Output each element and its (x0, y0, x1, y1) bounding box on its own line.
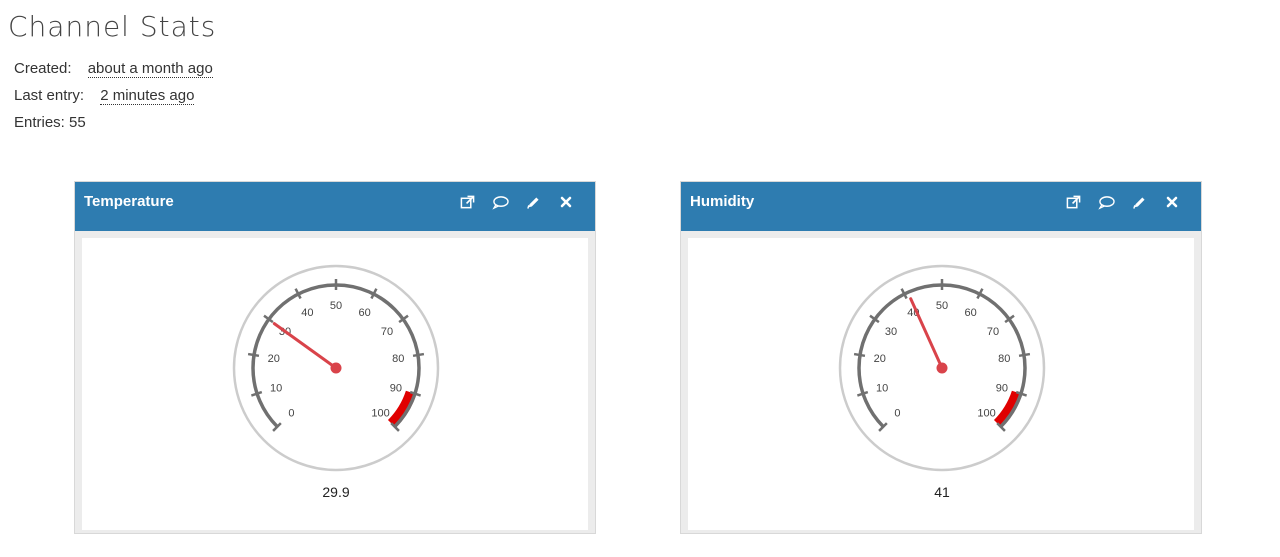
gauge-value-label: 29.9 (322, 484, 349, 500)
widget-title: Temperature (84, 193, 174, 210)
page-title: Channel Stats (8, 10, 217, 43)
gauge-tick-label: 100 (977, 408, 995, 420)
gauge-tick-label: 0 (288, 408, 294, 420)
gauge-tick-label: 80 (392, 353, 404, 365)
gauge-tick-label: 70 (381, 326, 393, 338)
external-link-icon[interactable] (1064, 193, 1082, 211)
widget-header: Temperature (75, 182, 595, 231)
gauge-tick-label: 100 (371, 408, 389, 420)
gauge-tick (856, 390, 869, 397)
entries-count: Entries: 55 (14, 114, 86, 131)
gauge-tick-label: 60 (358, 307, 370, 319)
gauge-tick-label: 50 (330, 300, 342, 312)
gauge-tick-label: 0 (894, 408, 900, 420)
widget-body: 010203040506070809010029.9 (82, 238, 588, 530)
gauge-tick-label: 10 (876, 382, 888, 394)
created-value: about a month ago (87, 60, 213, 78)
gauge-tick-label: 20 (268, 353, 280, 365)
last-entry-label: Last entry: (14, 87, 85, 104)
gauge-tick-label: 60 (964, 307, 976, 319)
last-entry-row: Last entry: 2 minutes ago (14, 87, 195, 105)
widget-actions (1064, 193, 1181, 211)
widget-body: 0 10 20 30 40 50 60 70 80 90 100 41 (688, 238, 1194, 530)
humidity-widget: Humidity 0 10 20 30 40 50 60 70 80 90 100 41 (680, 181, 1202, 534)
gauge-tick-label: 20 (874, 353, 886, 365)
temperature-gauge: 010203040506070809010029.9 (232, 264, 440, 500)
pencil-icon[interactable] (524, 193, 542, 211)
external-link-icon[interactable] (458, 193, 476, 211)
pencil-icon[interactable] (1130, 193, 1148, 211)
close-icon[interactable] (1163, 193, 1181, 211)
comment-icon[interactable] (1097, 193, 1115, 211)
gauge-needle-hub (936, 362, 948, 374)
widget-title: Humidity (690, 193, 755, 210)
close-icon[interactable] (557, 193, 575, 211)
gauge-tick-label: 90 (390, 382, 402, 394)
gauge-tick (1018, 352, 1031, 358)
temperature-widget: Temperature 010203040506070809010029.9 (74, 181, 596, 534)
gauge-tick (247, 352, 260, 358)
gauge-tick (250, 390, 263, 397)
gauge-tick-label: 70 (987, 326, 999, 338)
gauge-tick-label: 90 (996, 382, 1008, 394)
widget-actions (458, 193, 575, 211)
gauge-tick-label: 80 (998, 353, 1010, 365)
gauge-tick-label: 50 (936, 300, 948, 312)
gauge-tick-label: 40 (301, 307, 313, 319)
gauge-tick (412, 352, 425, 358)
gauge-tick-label: 30 (885, 326, 897, 338)
gauge-tick (853, 352, 866, 358)
humidity-gauge: 010203040506070809010041 (838, 264, 1046, 500)
gauge-needle (272, 322, 338, 370)
created-label: Created: (14, 60, 72, 77)
gauge-tick-label: 10 (270, 382, 282, 394)
comment-icon[interactable] (491, 193, 509, 211)
gauge-value-label: 41 (934, 484, 950, 500)
last-entry-value: 2 minutes ago (100, 87, 195, 105)
widget-header: Humidity (681, 182, 1201, 231)
created-row: Created: about a month ago (14, 60, 213, 78)
gauge-needle-hub (330, 362, 342, 374)
